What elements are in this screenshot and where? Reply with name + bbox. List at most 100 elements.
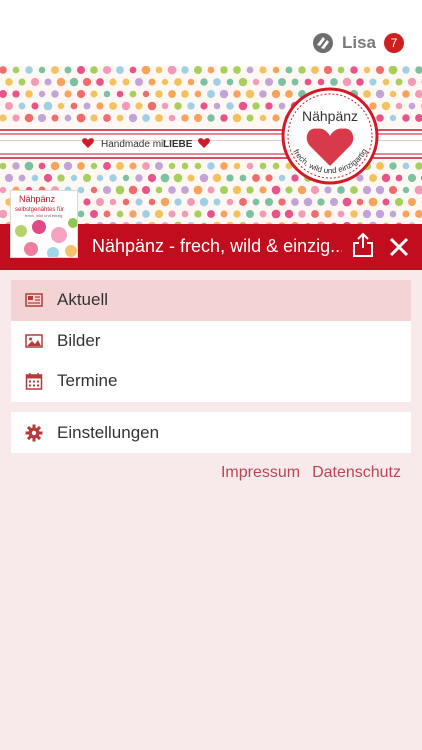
banner-dot [415,114,422,122]
banner-dot [278,198,286,206]
banner-dot [311,66,319,74]
banner-dot [369,78,377,86]
banner-dot [187,102,195,110]
banner-dot [181,210,189,218]
banner-dot [174,102,182,110]
banner-dot [174,78,182,86]
banner-dot [375,185,385,195]
banner-dot [30,77,40,87]
banner-dot [168,210,176,218]
page-thumbnail[interactable]: Nähpänz selbstgenähtes für frech, wild u… [10,190,78,258]
banner-dot [109,102,117,110]
impressum-link[interactable]: Impressum [221,464,300,482]
banner-dot [173,173,183,183]
banner-dot [38,162,46,170]
banner-dot [51,114,59,122]
banner-dot [414,185,422,195]
menu-item-bilder[interactable]: Bilder [11,321,411,362]
banner-dot [160,173,170,183]
banner-dot [233,66,241,74]
banner-dot [278,174,286,182]
banner-dot [381,101,391,111]
banner-dot [213,78,221,86]
banner-dot [259,114,267,122]
banner-dot [272,162,280,170]
banner-dot [134,77,144,87]
share-icon[interactable] [351,232,375,258]
banner-dot [337,210,345,218]
banner-dot [148,78,156,86]
banner-dot [324,186,332,194]
banner-dot [43,173,53,183]
banner-dot [415,162,422,170]
banner-dot [38,66,46,74]
notification-badge: 7 [384,33,404,53]
banner-dot [382,78,390,86]
banner-dot [285,66,293,74]
banner-dot [265,102,273,110]
banner-dot [297,185,307,195]
banner-dot [368,197,378,207]
banner-dot [161,102,169,110]
banner-dot [18,174,26,182]
banner-dot [116,162,124,170]
banner-dot [356,198,364,206]
banner-dot [402,114,410,122]
banner-dot [70,102,78,110]
banner-dot [0,90,7,98]
banner-dot [207,186,215,194]
close-icon[interactable] [388,236,410,258]
banner-dot [259,210,267,218]
banner-dot [298,66,306,74]
banner-dot [303,197,313,207]
datenschutz-link[interactable]: Datenschutz [312,464,401,482]
banner-dot [64,90,72,98]
banner-dot [142,210,150,218]
banner-dot [103,210,111,218]
thumb-small: frech, wild und einzig [25,213,62,218]
banner-dot [394,197,404,207]
banner-dot [264,77,274,87]
user-menu[interactable]: Lisa 7 [312,32,404,54]
banner-dot [246,186,254,194]
banner-dot [246,210,254,218]
banner-dot [181,90,189,98]
banner-dot [103,114,111,122]
banner-dot [122,198,130,206]
banner-dot [129,210,137,218]
banner-dot [298,210,306,218]
banner-dot [103,90,111,98]
banner-dot [395,102,403,110]
banner-dot [199,197,209,207]
banner-dot [375,89,385,99]
banner-dot [25,66,33,74]
banner-dot [408,102,416,110]
menu-item-termine[interactable]: Termine [11,361,411,402]
menu-item-einstellungen[interactable]: Einstellungen [11,412,411,453]
banner-dot [220,114,228,122]
banner-dot [291,78,299,86]
banner-dot [77,186,85,194]
banner-dot [37,113,47,123]
banner-dot [115,185,125,195]
menu-item-aktuell[interactable]: Aktuell [11,280,411,321]
banner-dot [90,90,98,98]
banner-dot [388,66,398,75]
settings-label: Einstellungen [57,423,160,442]
banner-dot [213,198,221,206]
thumb-title: Nähpänz [19,194,56,204]
banner-dot [382,198,390,206]
banner-dot [109,198,117,206]
banner-dot [207,114,215,122]
banner-dot [25,90,33,98]
banner-dot [51,66,59,74]
banner-dot [362,185,372,195]
banner-dot [102,66,112,75]
banner-dot [51,90,59,98]
banner-dot [12,90,20,98]
banner-dot [375,209,385,219]
badge-title: Nähpänz [302,108,358,124]
banner-dot [350,66,358,74]
banner-dot [226,198,234,206]
banner-dot [239,174,247,182]
